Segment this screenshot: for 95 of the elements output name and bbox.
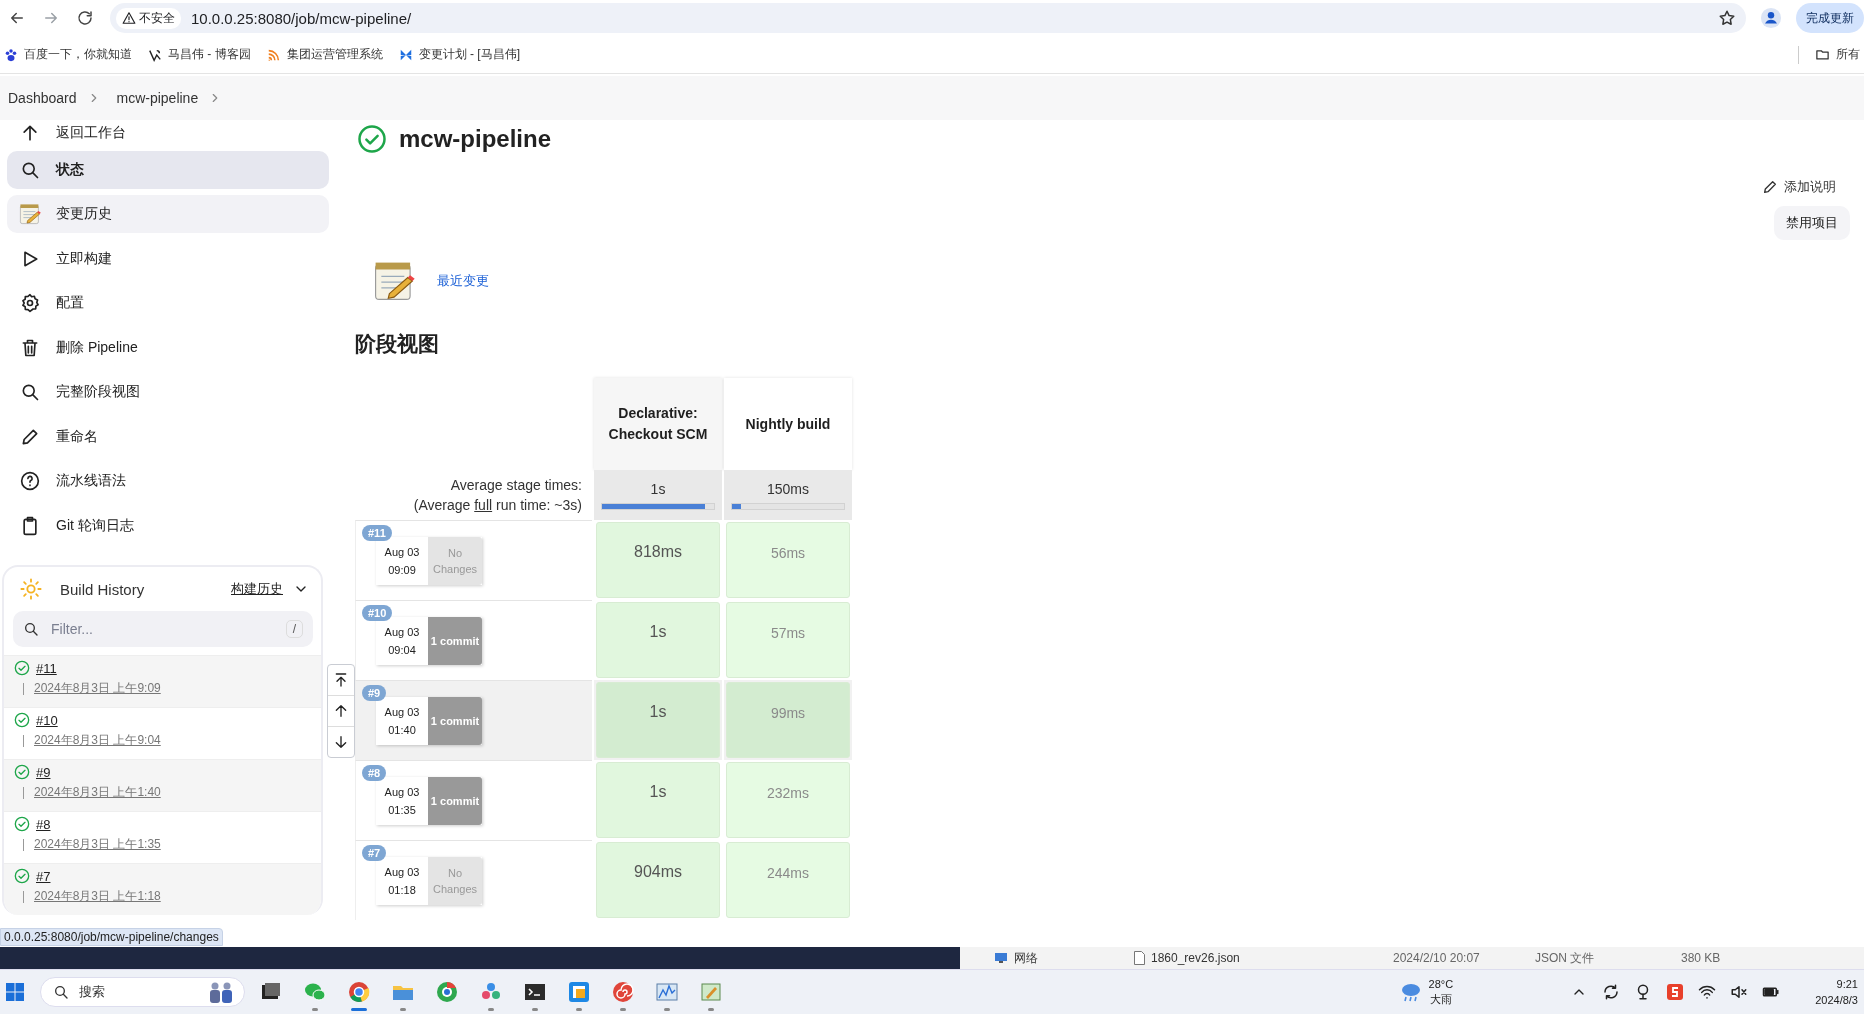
sidebar-item[interactable]: 流水线语法 [7, 462, 329, 500]
profile-icon[interactable] [1758, 5, 1784, 31]
success-check-icon [357, 124, 387, 154]
run-date: Aug 03 01:18 [376, 857, 428, 905]
file-name[interactable]: 1860_rev26.json [1151, 951, 1240, 965]
success-check-icon [14, 712, 30, 728]
success-check-icon [14, 816, 30, 832]
bookmark-link[interactable]: 变更计划 - [马昌伟] [398, 46, 520, 63]
filter-field[interactable]: Filter... / [13, 611, 313, 647]
taskbar-search-field[interactable]: 搜索 [40, 977, 245, 1007]
sidebar-item[interactable]: 重命名 [7, 417, 329, 456]
sidebar-item[interactable]: 删除 Pipeline [7, 328, 329, 367]
disable-project-button[interactable]: 禁用项目 [1774, 206, 1850, 240]
changes-tag: No Changes [428, 537, 482, 585]
address-bar[interactable]: 不安全 10.0.0.25:8080/job/mcw-pipeline/ [110, 3, 1746, 33]
add-description-link[interactable]: 添加说明 [1762, 178, 1836, 196]
build-time-link[interactable]: 2024年8月3日 上午1:18 [34, 888, 161, 905]
sidebar-item[interactable]: 变更历史 [7, 195, 329, 233]
butterfly-logo-icon [398, 47, 413, 62]
bookmark-link[interactable]: 百度一下，你就知道 [4, 46, 132, 63]
run-date: Aug 03 01:35 [376, 777, 428, 825]
run-date: Aug 03 09:09 [376, 537, 428, 585]
folder-icon [1815, 47, 1830, 62]
build-time-link[interactable]: 2024年8月3日 上午9:09 [34, 680, 161, 697]
run-date: Aug 03 01:40 [376, 697, 428, 745]
success-check-icon [14, 764, 30, 780]
file-type: JSON 文件 [1535, 949, 1596, 967]
build-history-link[interactable]: 构建历史 [231, 580, 309, 598]
bookmark-link[interactable]: 马昌伟 - 博客园 [148, 46, 251, 63]
success-check-icon [14, 868, 30, 884]
breadcrumb-link[interactable]: Dashboard [8, 90, 77, 106]
average-run-time: (Average full run time: ~3s) [413, 496, 582, 515]
build-time-link[interactable]: 2024年8月3日 上午1:35 [34, 836, 161, 853]
build-time-link[interactable]: 2024年8月3日 上午1:40 [34, 784, 161, 801]
pencil-icon [1762, 179, 1778, 195]
sidebar-item[interactable]: Git 轮询日志 [7, 506, 329, 545]
notepad-icon [18, 202, 42, 226]
breadcrumb-link[interactable]: mcw-pipeline [116, 90, 199, 106]
weather-widget[interactable]: 28°C 大雨 [1398, 977, 1454, 1007]
security-indicator[interactable]: 不安全 [116, 7, 181, 29]
status-url-tooltip: 0.0.0.25:8080/job/mcw-pipeline/changes [0, 928, 223, 946]
stage-duration-cell[interactable]: 818ms [596, 522, 720, 598]
sun-icon [20, 578, 42, 600]
build-link[interactable]: #8 [36, 816, 51, 832]
search-icon [23, 621, 39, 637]
bookmarks-folder[interactable]: 所有 [1815, 46, 1860, 63]
build-time-link[interactable]: 2024年8月3日 上午9:04 [34, 732, 161, 749]
filter-input[interactable]: Filter... [49, 620, 276, 638]
panel-title: Build History [60, 580, 146, 598]
full-link[interactable]: full [474, 497, 493, 513]
weather-description: 大雨 [1428, 992, 1453, 1007]
update-button[interactable]: 完成更新 [1796, 3, 1864, 33]
average-time-cell: 1s [594, 470, 722, 520]
temperature: 28°C [1428, 977, 1454, 992]
signal-logo-icon [266, 47, 281, 62]
clock-date: 2024/8/3 [1815, 993, 1858, 1008]
sidebar-item[interactable]: 完整阶段视图 [7, 373, 329, 411]
stage-duration-cell[interactable]: 1s [596, 682, 720, 758]
network-icon [994, 952, 1008, 964]
stage-duration-cell[interactable]: 1s [596, 602, 720, 678]
average-label: Average stage times: [450, 476, 582, 495]
blog-logo-icon [148, 47, 162, 62]
paw-icon [4, 47, 18, 62]
url-text: 10.0.0.25:8080/job/mcw-pipeline/ [191, 9, 413, 27]
stage-header: Declarative: Checkout SCM [594, 378, 722, 470]
clock-time: 9:21 [1835, 977, 1858, 992]
sidebar-item[interactable]: 返回工作台 [7, 122, 329, 144]
job-title: mcw-pipeline [399, 125, 552, 153]
file-icon [1134, 951, 1145, 965]
build-link[interactable]: #9 [36, 764, 51, 780]
sidebar-item[interactable]: 立即构建 [7, 239, 329, 278]
stage-duration-cell[interactable]: 1s [596, 762, 720, 838]
success-check-icon [14, 660, 30, 676]
search-icon [53, 984, 69, 1000]
bookmark-link[interactable]: 集团运营管理系统 [266, 46, 383, 63]
run-date: Aug 03 09:04 [376, 617, 428, 665]
clock[interactable]: 9:21 2024/8/3 [1815, 976, 1858, 1008]
question-mark-icon [18, 469, 42, 493]
section-heading: 阶段视图 [355, 331, 440, 357]
star-icon[interactable] [1718, 9, 1736, 27]
recent-changes-link[interactable]: 最近变更 [437, 272, 489, 290]
sidebar-item[interactable]: 配置 [7, 284, 329, 322]
shortcut-key: / [285, 620, 303, 638]
build-link[interactable]: #7 [36, 868, 51, 884]
average-time-cell: 150ms [724, 470, 852, 520]
build-link[interactable]: #11 [36, 660, 57, 676]
stage-header: Nightly build [724, 378, 852, 470]
changes-tag: No Changes [428, 857, 482, 905]
build-link[interactable]: #10 [36, 712, 58, 728]
folder-label[interactable]: 网络 [1014, 949, 1038, 967]
warning-icon [122, 11, 136, 25]
file-size: 380 KB [1681, 951, 1721, 965]
file-date: 2024/2/10 20:07 [1393, 951, 1481, 965]
stage-duration-cell[interactable]: 904ms [596, 842, 720, 918]
sidebar-item[interactable]: 状态 [7, 150, 329, 189]
